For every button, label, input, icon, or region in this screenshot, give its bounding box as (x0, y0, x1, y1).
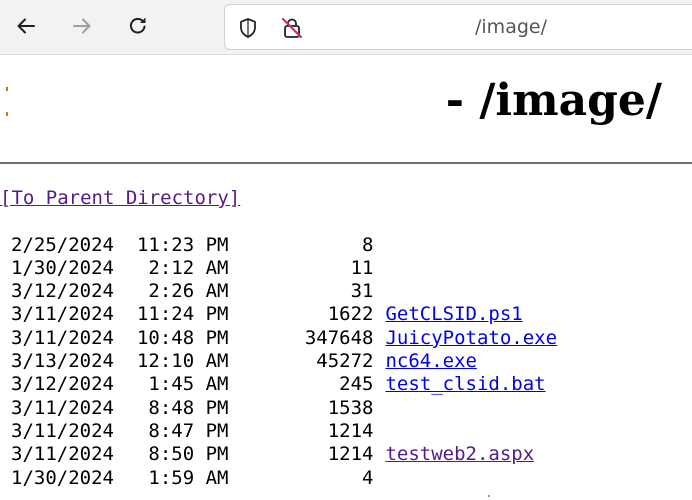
table-row: 2/25/2024 11:23 PM 8 (0, 234, 557, 257)
page-title: - /image/ (445, 75, 662, 126)
file-time: 8:50 PM (148, 443, 229, 466)
reload-button[interactable] (121, 9, 155, 43)
table-row: 3/11/2024 8:50 PM 1214 testweb2.aspx (0, 443, 557, 466)
file-time: 2:26 AM (148, 280, 229, 303)
insecure-lock-icon[interactable] (280, 16, 304, 40)
file-size: 45272 (316, 350, 374, 373)
file-date: 3/12/2024 (11, 373, 114, 396)
file-time: 1:45 AM (148, 373, 229, 396)
shield-icon[interactable] (238, 17, 258, 39)
file-date: 1/30/2024 (11, 256, 114, 279)
browser-toolbar: /image/ (0, 0, 692, 55)
back-button[interactable] (9, 9, 43, 43)
url-text[interactable]: /image/ (475, 16, 547, 38)
title-artifact (6, 112, 8, 116)
file-size: 1214 (327, 419, 374, 442)
file-time: 8:48 PM (148, 396, 229, 419)
file-size: 1214 (327, 443, 374, 466)
file-time: 8:47 PM (148, 419, 229, 442)
file-size: 347648 (304, 326, 374, 349)
title-artifact (6, 87, 8, 91)
file-time: 12:10 AM (136, 350, 229, 373)
file-size: 8 (362, 233, 374, 256)
file-time: 11:23 PM (136, 233, 229, 256)
table-row: 3/12/2024 2:26 AM 31 (0, 280, 557, 303)
table-row: 3/11/2024 10:48 PM 347648 JuicyPotato.exe (0, 327, 557, 350)
file-date: 3/11/2024 (11, 396, 114, 419)
table-row: 3/11/2024 8:48 PM 1538 (0, 397, 557, 420)
reload-icon (129, 17, 146, 34)
file-date: 1/30/2024 (11, 466, 114, 489)
file-date: 3/11/2024 (11, 303, 114, 326)
table-row: 3/11/2024 8:47 PM 1214 (0, 420, 557, 443)
file-link[interactable]: GetCLSID.ps1 (385, 303, 522, 326)
file-date: 3/12/2024 (11, 280, 114, 303)
parent-directory-link[interactable]: [To Parent Directory] (0, 187, 240, 210)
file-link[interactable]: JuicyPotato.exe (385, 327, 557, 350)
directory-listing-page: - /image/ [To Parent Directory] 2/25/202… (0, 55, 692, 500)
file-date: 3/11/2024 (11, 326, 114, 349)
file-size: 4 (362, 466, 374, 489)
file-date: 2/25/2024 (11, 233, 114, 256)
file-size: 1538 (327, 396, 374, 419)
file-listing: [To Parent Directory] 2/25/2024 11:23 PM… (0, 187, 557, 490)
file-date: 3/11/2024 (11, 419, 114, 442)
url-bar[interactable]: /image/ (224, 4, 692, 50)
stray-dot (488, 495, 490, 497)
horizontal-rule (0, 162, 692, 164)
file-time: 11:24 PM (136, 303, 229, 326)
file-size: 11 (350, 256, 374, 279)
table-row: 3/11/2024 11:24 PM 1622 GetCLSID.ps1 (0, 303, 557, 326)
file-link[interactable]: testweb2.aspx (385, 443, 534, 466)
file-link[interactable]: test_clsid.bat (385, 373, 545, 396)
file-time: 10:48 PM (136, 326, 229, 349)
file-size: 1622 (327, 303, 374, 326)
table-row: 1/30/2024 1:59 AM 4 (0, 467, 557, 490)
table-row: 3/13/2024 12:10 AM 45272 nc64.exe (0, 350, 557, 373)
file-time: 2:12 AM (148, 256, 229, 279)
arrow-right-icon (73, 18, 91, 34)
file-size: 31 (350, 280, 374, 303)
file-time: 1:59 AM (148, 466, 229, 489)
forward-button[interactable] (65, 9, 99, 43)
file-size: 245 (339, 373, 374, 396)
table-row: 3/12/2024 1:45 AM 245 test_clsid.bat (0, 373, 557, 396)
table-row: 1/30/2024 2:12 AM 11 (0, 257, 557, 280)
file-date: 3/11/2024 (11, 443, 114, 466)
file-link[interactable]: nc64.exe (385, 350, 477, 373)
arrow-left-icon (17, 18, 35, 34)
file-date: 3/13/2024 (11, 350, 114, 373)
